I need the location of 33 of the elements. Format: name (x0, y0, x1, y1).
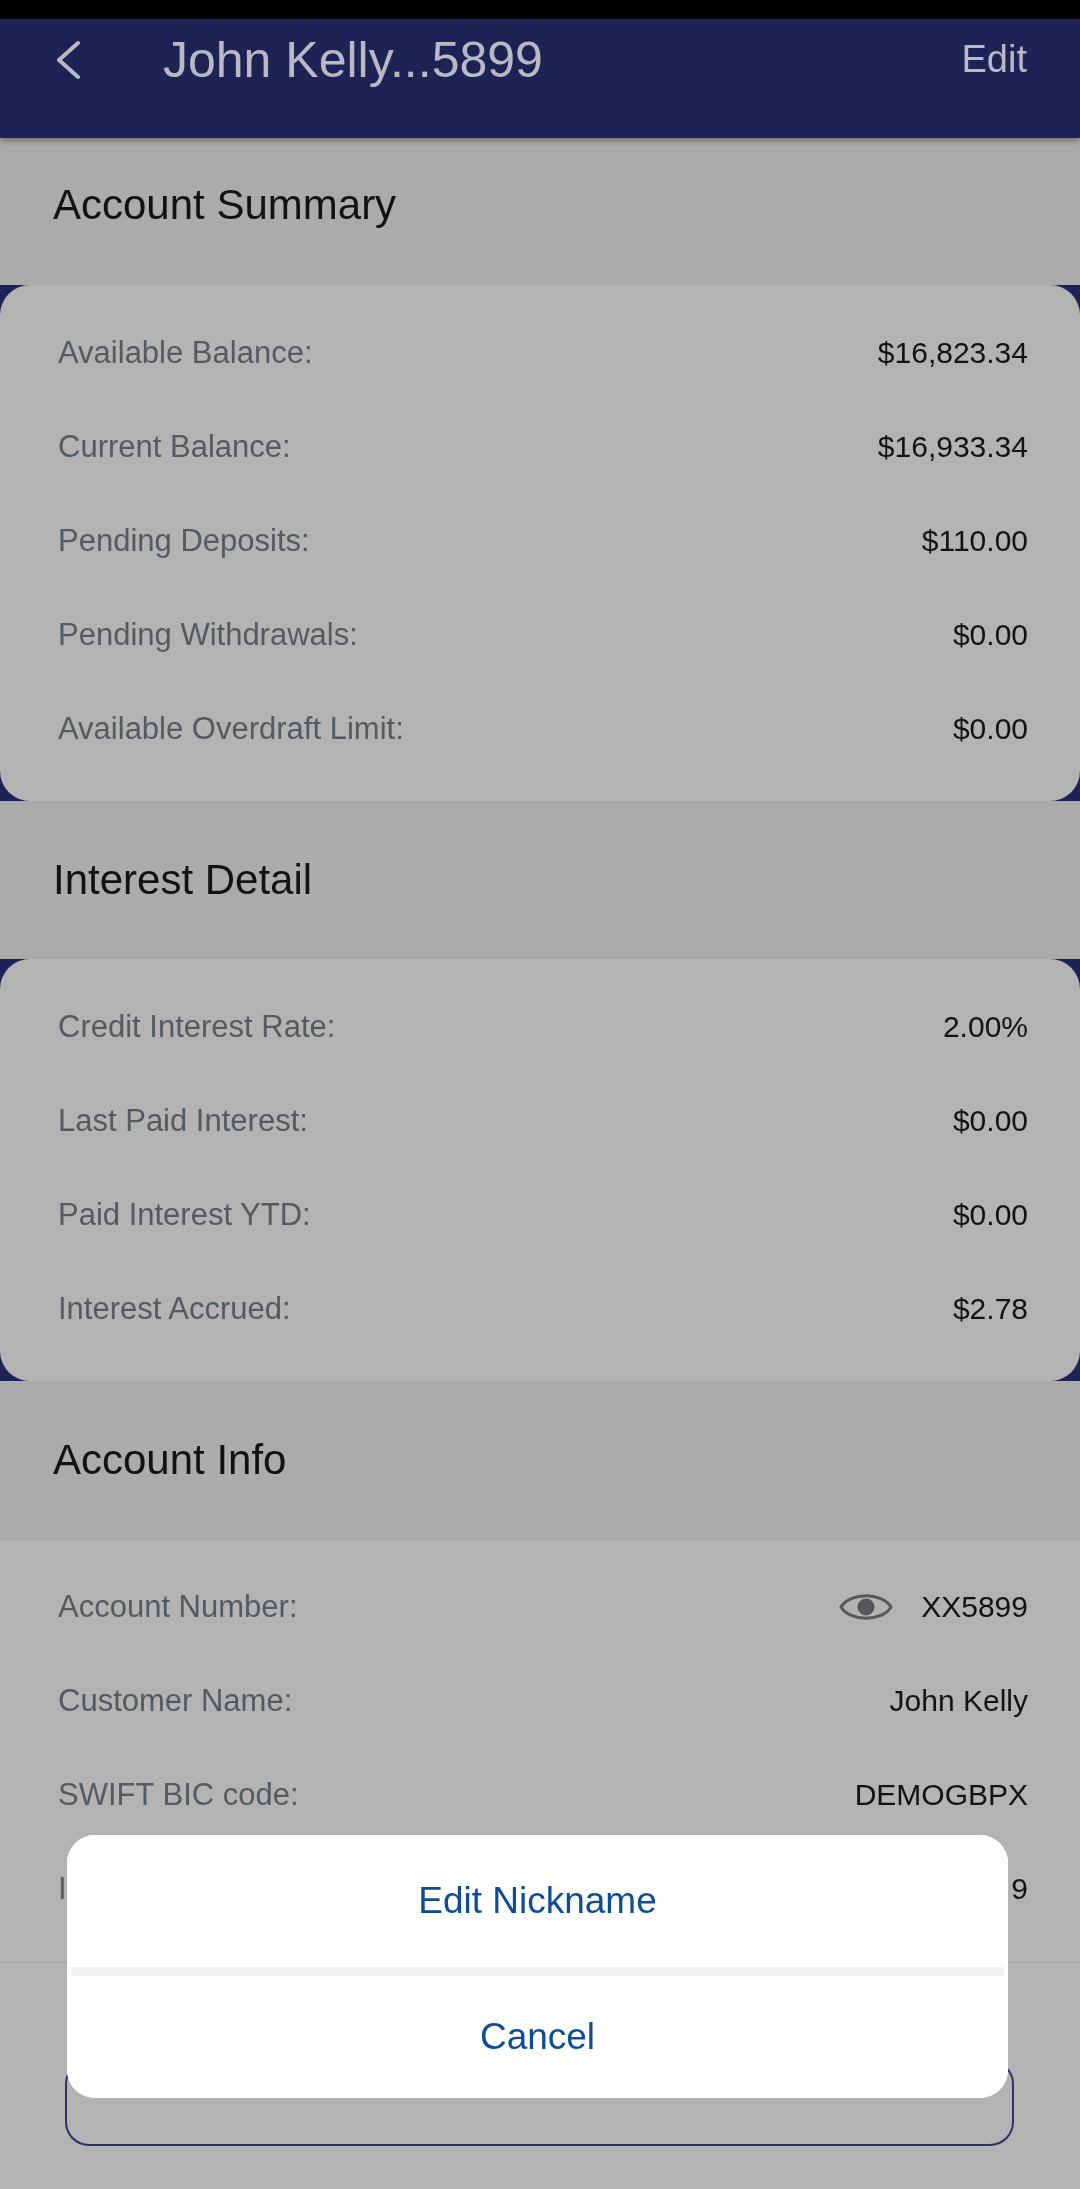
edit-button[interactable]: Edit (961, 39, 1027, 81)
back-icon (55, 41, 81, 79)
row-value: $0.00 (952, 711, 1028, 747)
row-value: John Kelly (889, 1683, 1028, 1719)
page-title: John Kelly...5899 (163, 32, 543, 88)
row-value: DEMOGBPX (854, 1777, 1028, 1813)
row-value: $2.78 (952, 1291, 1028, 1327)
row-value: $110.00 (921, 523, 1028, 559)
row-label: Account Number: (58, 1588, 298, 1626)
row-value: $16,933.34 (877, 429, 1028, 465)
row-value: $0.00 (952, 1197, 1028, 1233)
row-value: XX5899 (921, 1589, 1028, 1625)
row-value: 2.00% (942, 1009, 1028, 1045)
row-label: Pending Deposits: (58, 522, 310, 560)
back-button[interactable] (55, 41, 81, 79)
row-label: Available Overdraft Limit: (58, 710, 404, 748)
section-title: Account Info (53, 1435, 287, 1485)
row-label: I (58, 1870, 67, 1908)
row-label: Credit Interest Rate: (58, 1008, 336, 1046)
row-label: Last Paid Interest: (58, 1102, 308, 1140)
row-label: Current Balance: (58, 428, 291, 466)
row-value: $0.00 (952, 617, 1028, 653)
section-title: Interest Detail (53, 855, 313, 905)
row-label: SWIFT BIC code: (58, 1776, 299, 1814)
row-label: Interest Accrued: (58, 1290, 291, 1328)
row-label: Customer Name: (58, 1682, 293, 1720)
row-label: Paid Interest YTD: (58, 1196, 311, 1234)
row-label: Pending Withdrawals: (58, 616, 358, 654)
row-value: $16,823.34 (877, 335, 1028, 371)
section-title: Account Summary (53, 181, 397, 230)
row-label: Available Balance: (58, 334, 313, 372)
row-value: 9 (1011, 1871, 1028, 1907)
row-value: $0.00 (952, 1103, 1028, 1139)
